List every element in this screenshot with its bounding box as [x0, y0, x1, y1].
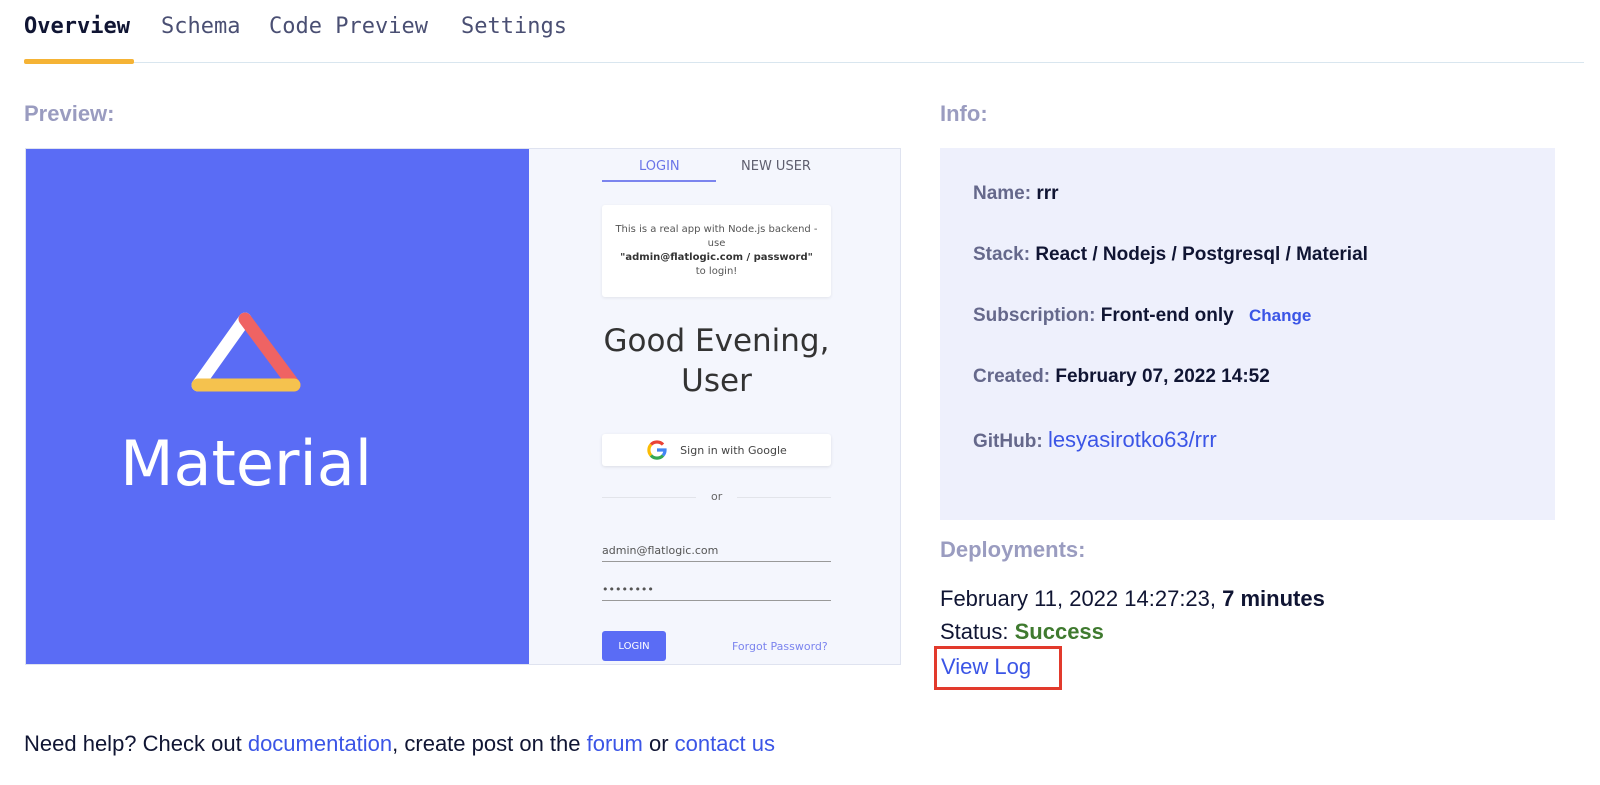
preview-greeting: Good Evening, User [569, 321, 864, 401]
info-github-row: GitHub: lesyasirotko63/rrr [973, 427, 1217, 453]
preview-title: Preview: [24, 101, 115, 126]
google-button-label: Sign in with Google [680, 443, 787, 457]
deployment-status: Status: Success [940, 619, 1104, 645]
notice-credentials: "admin@flatlogic.com / password" [620, 252, 813, 263]
info-label: Subscription: [973, 305, 1096, 326]
github-link[interactable]: lesyasirotko63/rrr [1048, 427, 1217, 452]
stack-value: React / Nodejs / Postgresql / Material [1035, 244, 1368, 265]
info-title: Info: [940, 101, 988, 126]
preview-password-field: •••••••• [602, 583, 831, 601]
preview-login-tab: LOGIN [639, 159, 680, 174]
brand-name: Material [120, 427, 372, 500]
info-label: Stack: [973, 244, 1031, 265]
preview-image: Material LOGIN NEW USER This is a real a… [25, 148, 901, 665]
documentation-link[interactable]: documentation [248, 731, 392, 756]
subscription-value: Front-end only [1100, 305, 1234, 326]
status-label: Status: [940, 619, 1009, 644]
notice-line: to login! [695, 266, 738, 277]
info-panel: Name: rrr Stack: React / Nodejs / Postgr… [940, 148, 1555, 520]
greeting-line: User [681, 363, 752, 399]
tab-settings[interactable]: Settings [461, 14, 567, 63]
help-or: or [642, 731, 675, 756]
info-created-row: Created: February 07, 2022 14:52 [973, 366, 1270, 388]
deployments-title: Deployments: [940, 537, 1086, 562]
preview-notice: This is a real app with Node.js backend … [602, 205, 831, 297]
info-label: Created: [973, 366, 1051, 387]
view-log-link[interactable]: View Log [934, 646, 1062, 690]
or-text: or [711, 490, 723, 503]
deployment-entry: February 11, 2022 14:27:23, 7 minutes [940, 586, 1325, 612]
divider [602, 497, 696, 498]
tab-overview[interactable]: Overview [24, 14, 134, 64]
google-icon [647, 440, 667, 460]
info-label: Name: [973, 183, 1032, 204]
preview-tab-indicator [602, 180, 716, 182]
change-subscription-link[interactable]: Change [1249, 306, 1311, 325]
created-value: February 07, 2022 14:52 [1055, 366, 1270, 387]
help-middle: , create post on the [392, 731, 587, 756]
deployment-date: February 11, 2022 14:27:23, [940, 586, 1217, 611]
preview-new-user-tab: NEW USER [741, 159, 811, 174]
contact-us-link[interactable]: contact us [675, 731, 775, 756]
preview-brand-panel: Material [26, 149, 529, 664]
info-stack-row: Stack: React / Nodejs / Postgresql / Mat… [973, 244, 1368, 266]
preview-forgot-link: Forgot Password? [732, 640, 828, 653]
preview-email-field: admin@flatlogic.com [602, 544, 831, 562]
project-name: rrr [1036, 183, 1059, 204]
preview-login-panel: LOGIN NEW USER This is a real app with N… [529, 149, 900, 664]
preview-login-button: LOGIN [602, 631, 666, 661]
notice-line: use [707, 238, 726, 249]
info-subscription-row: Subscription: Front-end only Change [973, 305, 1311, 327]
forum-link[interactable]: forum [587, 731, 643, 756]
info-label: GitHub: [973, 431, 1043, 452]
help-prefix: Need help? Check out [24, 731, 248, 756]
tab-schema[interactable]: Schema [161, 14, 240, 63]
divider [737, 497, 831, 498]
greeting-line: Good Evening, [603, 323, 830, 359]
notice-line: This is a real app with Node.js backend … [615, 224, 818, 235]
deployment-duration: 7 minutes [1222, 586, 1325, 611]
material-logo-icon [191, 312, 301, 392]
tab-code-preview[interactable]: Code Preview [269, 14, 428, 63]
tab-bar: Overview Schema Code Preview Settings [24, 0, 1584, 64]
help-text: Need help? Check out documentation, crea… [24, 731, 775, 757]
status-badge: Success [1014, 619, 1104, 644]
info-name-row: Name: rrr [973, 183, 1059, 205]
preview-google-button: Sign in with Google [602, 434, 831, 466]
